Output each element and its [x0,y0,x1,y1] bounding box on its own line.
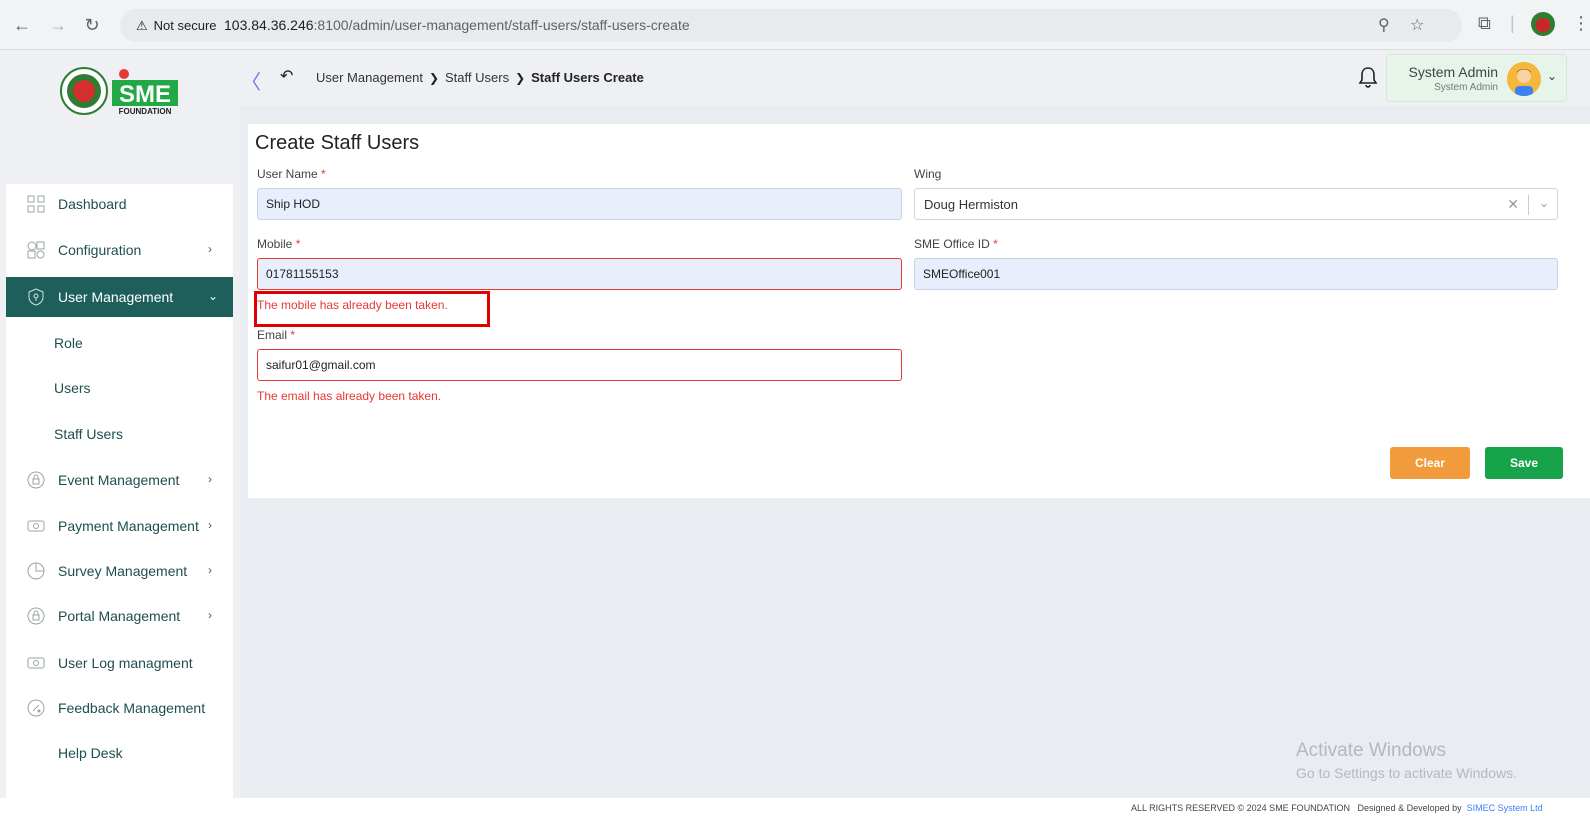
collapse-sidebar-icon[interactable]: 〈 [241,66,261,95]
address-bar[interactable]: ⚠ Not secure 103.84.36.246:8100/admin/us… [120,9,1462,42]
bell-icon[interactable] [1358,66,1378,88]
extensions-icon[interactable]: ⧉ [1478,13,1491,34]
logo-text: SME [119,81,171,108]
star-icon[interactable]: ☆ [1410,15,1424,35]
profile-avatar-icon[interactable] [1531,12,1555,36]
footer-text: ALL RIGHTS RESERVED © 2024 SME FOUNDATIO… [1131,803,1543,813]
sidebar-item-user-log[interactable]: User Log managment [6,643,233,683]
save-button[interactable]: Save [1485,447,1563,479]
forward-arrow-icon[interactable]: → [46,13,70,37]
sidebar-item-event-management[interactable]: Event Management › [6,460,233,500]
sidebar-item-feedback[interactable]: Feedback Management [6,688,233,728]
sidebar-item-dashboard[interactable]: Dashboard [6,184,233,224]
email-label: Email * [257,328,296,342]
reload-icon[interactable]: ↻ [80,13,104,37]
wing-select[interactable]: Doug Hermiston ✕ ⌄ [914,188,1558,220]
zoom-icon[interactable]: ⚲ [1378,15,1390,35]
footer: ALL RIGHTS RESERVED © 2024 SME FOUNDATIO… [0,798,1590,816]
breadcrumb-user-management[interactable]: User Management [316,70,423,85]
warning-icon: ⚠ [136,18,148,33]
breadcrumb-current: Staff Users Create [531,70,644,85]
mobile-input[interactable]: 01781155153 [257,258,902,290]
user-profile-menu[interactable]: System Admin System Admin ⌄ [1386,54,1567,102]
browser-toolbar: ← → ↻ ⚠ Not secure 103.84.36.246:8100/ad… [0,0,1590,50]
logo-subtext: FOUNDATION [119,107,172,116]
chevron-right-icon: › [208,608,212,622]
chevron-right-icon: › [208,242,212,256]
sidebar-item-payment-management[interactable]: Payment Management › [6,506,233,546]
office-id-input[interactable]: SMEOffice001 [914,258,1558,290]
user-name-label: User Name * [257,167,326,181]
lock-icon [27,607,45,625]
sidebar-item-portal-management[interactable]: Portal Management › [6,596,233,636]
shield-icon [28,288,44,306]
chevron-right-icon: › [208,518,212,532]
select-divider [1528,195,1529,215]
activate-windows-title: Activate Windows [1296,740,1446,761]
clear-selection-icon[interactable]: ✕ [1507,196,1519,213]
lock-icon [27,471,45,489]
feedback-icon [27,699,45,717]
chevron-down-icon[interactable]: ⌄ [1539,196,1549,210]
company-link[interactable]: SIMEC System Ltd [1467,803,1543,813]
chevron-down-icon: ⌄ [1547,69,1558,83]
back-arrow-icon[interactable]: ← [10,13,34,37]
email-error: The email has already been taken. [257,389,442,403]
undo-back-icon[interactable]: ↶ [280,66,293,86]
shapes-icon [27,241,45,259]
chevron-right-icon: › [208,472,212,486]
chevron-right-icon: ❯ [515,70,526,85]
sidebar-subitem-role[interactable]: Role [6,325,233,361]
kebab-menu-icon[interactable]: ⋮ [1572,13,1590,34]
wing-label: Wing [914,167,942,181]
sme-foundation-logo: SME FOUNDATION [60,67,178,116]
sidebar-subitem-staff-users[interactable]: Staff Users [6,416,233,452]
chevron-right-icon: › [208,563,212,577]
sidebar-item-configuration[interactable]: Configuration › [6,230,233,270]
email-input[interactable]: saifur01@gmail.com [257,349,902,381]
page-title: Create Staff Users [255,132,420,154]
chevron-right-icon: ❯ [428,70,440,85]
url-text[interactable]: 103.84.36.246:8100/admin/user-management… [224,17,690,33]
cash-icon [27,520,45,532]
sidebar-item-user-management[interactable]: User Management ⌄ [6,277,233,317]
user-role: System Admin [1434,82,1498,93]
sidebar: SME FOUNDATION Dashboard Configuration ›… [0,50,237,816]
breadcrumb: User Management ❯ Staff Users ❯ Staff Us… [316,70,644,85]
avatar [1507,62,1541,96]
user-name-input[interactable]: Ship HOD [257,188,902,220]
sidebar-menu: Dashboard Configuration › User Managemen… [6,184,233,816]
mobile-label: Mobile * [257,237,301,251]
cash-icon [27,657,45,669]
sidebar-item-survey-management[interactable]: Survey Management › [6,551,233,591]
user-name: System Admin [1408,64,1498,80]
sidebar-subitem-users[interactable]: Users [6,370,233,406]
chevron-down-icon: ⌄ [208,289,219,303]
sidebar-item-help-desk[interactable]: Help Desk [6,733,233,773]
pie-icon [27,562,45,580]
not-secure-badge[interactable]: ⚠ Not secure [128,13,225,38]
office-id-label: SME Office ID * [914,237,998,251]
breadcrumb-staff-users[interactable]: Staff Users [445,70,509,85]
annotation-highlight-box [254,291,490,327]
clear-button[interactable]: Clear [1390,447,1470,479]
toolbar-divider: | [1510,13,1515,33]
activate-windows-subtitle: Go to Settings to activate Windows. [1296,765,1517,781]
grid-icon [27,195,45,213]
